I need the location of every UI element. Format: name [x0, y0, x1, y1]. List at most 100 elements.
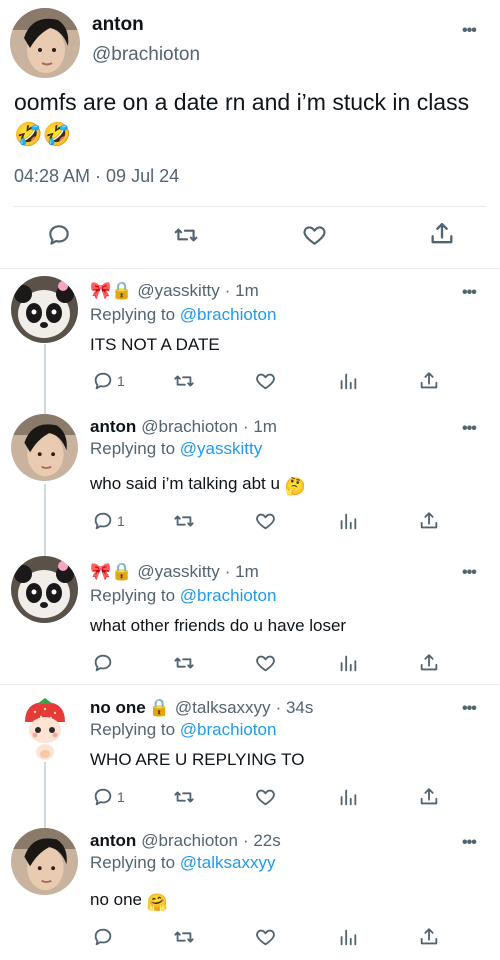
author-handle[interactable]: @brachioton	[141, 831, 238, 851]
divider	[14, 206, 486, 207]
author-handle[interactable]: @talksaxxyy	[175, 698, 271, 718]
more-options-icon[interactable]: •••	[462, 420, 477, 438]
reply-text: WHO ARE U REPLYING TO	[90, 750, 304, 770]
author-name[interactable]: anton	[90, 831, 136, 851]
reply-body: WHO ARE U REPLYING TO	[90, 750, 305, 769]
replying-to-label: Replying to	[90, 586, 176, 605]
replying-to-handle[interactable]: @talksaxxyy	[180, 853, 276, 872]
like-button[interactable]	[254, 926, 277, 948]
analytics-icon	[340, 929, 357, 946]
share-button[interactable]	[418, 786, 440, 808]
heart-icon	[256, 513, 275, 530]
reply-body: ITS NOT A DATE	[90, 335, 220, 354]
author-handle[interactable]: @brachioton	[92, 44, 200, 66]
analytics-button[interactable]	[337, 370, 359, 392]
reply-count: 1	[117, 513, 125, 529]
retweet-button[interactable]	[172, 786, 196, 808]
more-options-icon[interactable]: •••	[462, 284, 477, 302]
share-icon	[420, 512, 438, 529]
reply-count: 1	[117, 789, 125, 805]
reply-tweet[interactable]: no one 🔒 @talksaxxyy · 34s ••• Replying …	[0, 684, 500, 820]
author-name[interactable]: anton	[92, 14, 144, 36]
analytics-icon	[340, 789, 357, 806]
reply-actions: 1	[0, 786, 500, 812]
retweet-icon	[174, 931, 194, 943]
author-handle[interactable]: @yasskitty	[137, 562, 219, 582]
avatar[interactable]	[10, 8, 80, 78]
reply-button[interactable]	[92, 926, 114, 948]
reply-actions: 1	[0, 510, 500, 536]
reply-button[interactable]: 1	[92, 370, 125, 392]
avatar[interactable]	[11, 556, 78, 623]
share-button[interactable]	[418, 370, 440, 392]
reply-tweet[interactable]: 🎀🔒 @yasskitty · 1m ••• Replying to @brac…	[0, 548, 500, 684]
share-button[interactable]	[428, 220, 456, 248]
share-icon	[431, 222, 453, 244]
like-button[interactable]	[254, 370, 277, 392]
reply-text: what other friends do u have loser	[90, 616, 346, 636]
reply-tweet[interactable]: anton @brachioton · 1m ••• Replying to @…	[0, 408, 500, 548]
reply-button[interactable]: 1	[92, 786, 125, 808]
more-options-icon[interactable]: •••	[462, 564, 477, 582]
reply-actions	[0, 926, 500, 952]
reply-button[interactable]	[92, 652, 114, 674]
author-name[interactable]: anton	[90, 417, 136, 437]
reply-text: no one 🤗	[90, 890, 168, 913]
analytics-button[interactable]	[337, 510, 359, 532]
reply-icon	[94, 512, 112, 530]
replying-to-label: Replying to	[90, 305, 176, 324]
share-icon	[420, 788, 438, 805]
reply-text: who said i’m talking abt u 🤔	[90, 474, 306, 497]
reply-header: anton @brachioton · 22s	[90, 831, 281, 851]
avatar[interactable]	[15, 696, 75, 762]
share-button[interactable]	[418, 510, 440, 532]
retweet-button[interactable]	[172, 370, 196, 392]
reply-text: ITS NOT A DATE	[90, 335, 220, 355]
reply-button[interactable]	[46, 222, 72, 248]
like-button[interactable]	[254, 510, 277, 532]
retweet-button[interactable]	[172, 222, 200, 248]
like-button[interactable]	[301, 222, 328, 248]
retweet-button[interactable]	[172, 652, 196, 674]
replying-to-handle[interactable]: @yasskitty	[180, 439, 262, 458]
author-handle[interactable]: @yasskitty	[137, 281, 219, 301]
author-handle[interactable]: @brachioton	[141, 417, 238, 437]
more-options-icon[interactable]: •••	[462, 834, 477, 852]
share-button[interactable]	[418, 926, 440, 948]
like-button[interactable]	[254, 786, 277, 808]
reply-actions	[0, 652, 500, 678]
share-icon	[420, 372, 438, 389]
display-emoji[interactable]: 🎀🔒	[90, 562, 132, 582]
main-tweet: anton @brachioton ••• oomfs are on a dat…	[0, 0, 500, 268]
retweet-button[interactable]	[172, 510, 196, 532]
retweet-icon	[174, 228, 198, 242]
analytics-button[interactable]	[337, 786, 359, 808]
avatar[interactable]	[11, 276, 78, 343]
reply-body: what other friends do u have loser	[90, 616, 347, 635]
reply-button[interactable]: 1	[92, 510, 125, 532]
reply-tweet[interactable]: anton @brachioton · 22s ••• Replying to …	[0, 820, 500, 960]
display-emoji[interactable]: 🎀🔒	[90, 281, 132, 301]
share-button[interactable]	[418, 652, 440, 674]
avatar[interactable]	[11, 414, 78, 481]
replying-to-label: Replying to	[90, 853, 176, 872]
share-icon	[420, 654, 438, 671]
reply-body: who said i’m talking abt u	[90, 474, 280, 493]
reply-icon	[94, 788, 112, 806]
more-options-icon[interactable]: •••	[462, 22, 477, 40]
like-button[interactable]	[254, 652, 277, 674]
author-name[interactable]: no one	[90, 698, 146, 718]
replying-to-handle[interactable]: @brachioton	[180, 586, 277, 605]
retweet-icon	[174, 791, 194, 803]
analytics-button[interactable]	[337, 926, 359, 948]
replying-to-handle[interactable]: @brachioton	[180, 720, 277, 739]
retweet-button[interactable]	[172, 926, 196, 948]
replying-to-handle[interactable]: @brachioton	[180, 305, 277, 324]
heart-icon	[256, 655, 275, 672]
avatar[interactable]	[11, 828, 78, 895]
analytics-button[interactable]	[337, 652, 359, 674]
more-options-icon[interactable]: •••	[462, 700, 477, 718]
share-icon	[420, 928, 438, 945]
reply-header: no one 🔒 @talksaxxyy · 34s	[90, 698, 313, 718]
reply-tweet[interactable]: 🎀🔒 @yasskitty · 1m ••• Replying to @brac…	[0, 268, 500, 408]
